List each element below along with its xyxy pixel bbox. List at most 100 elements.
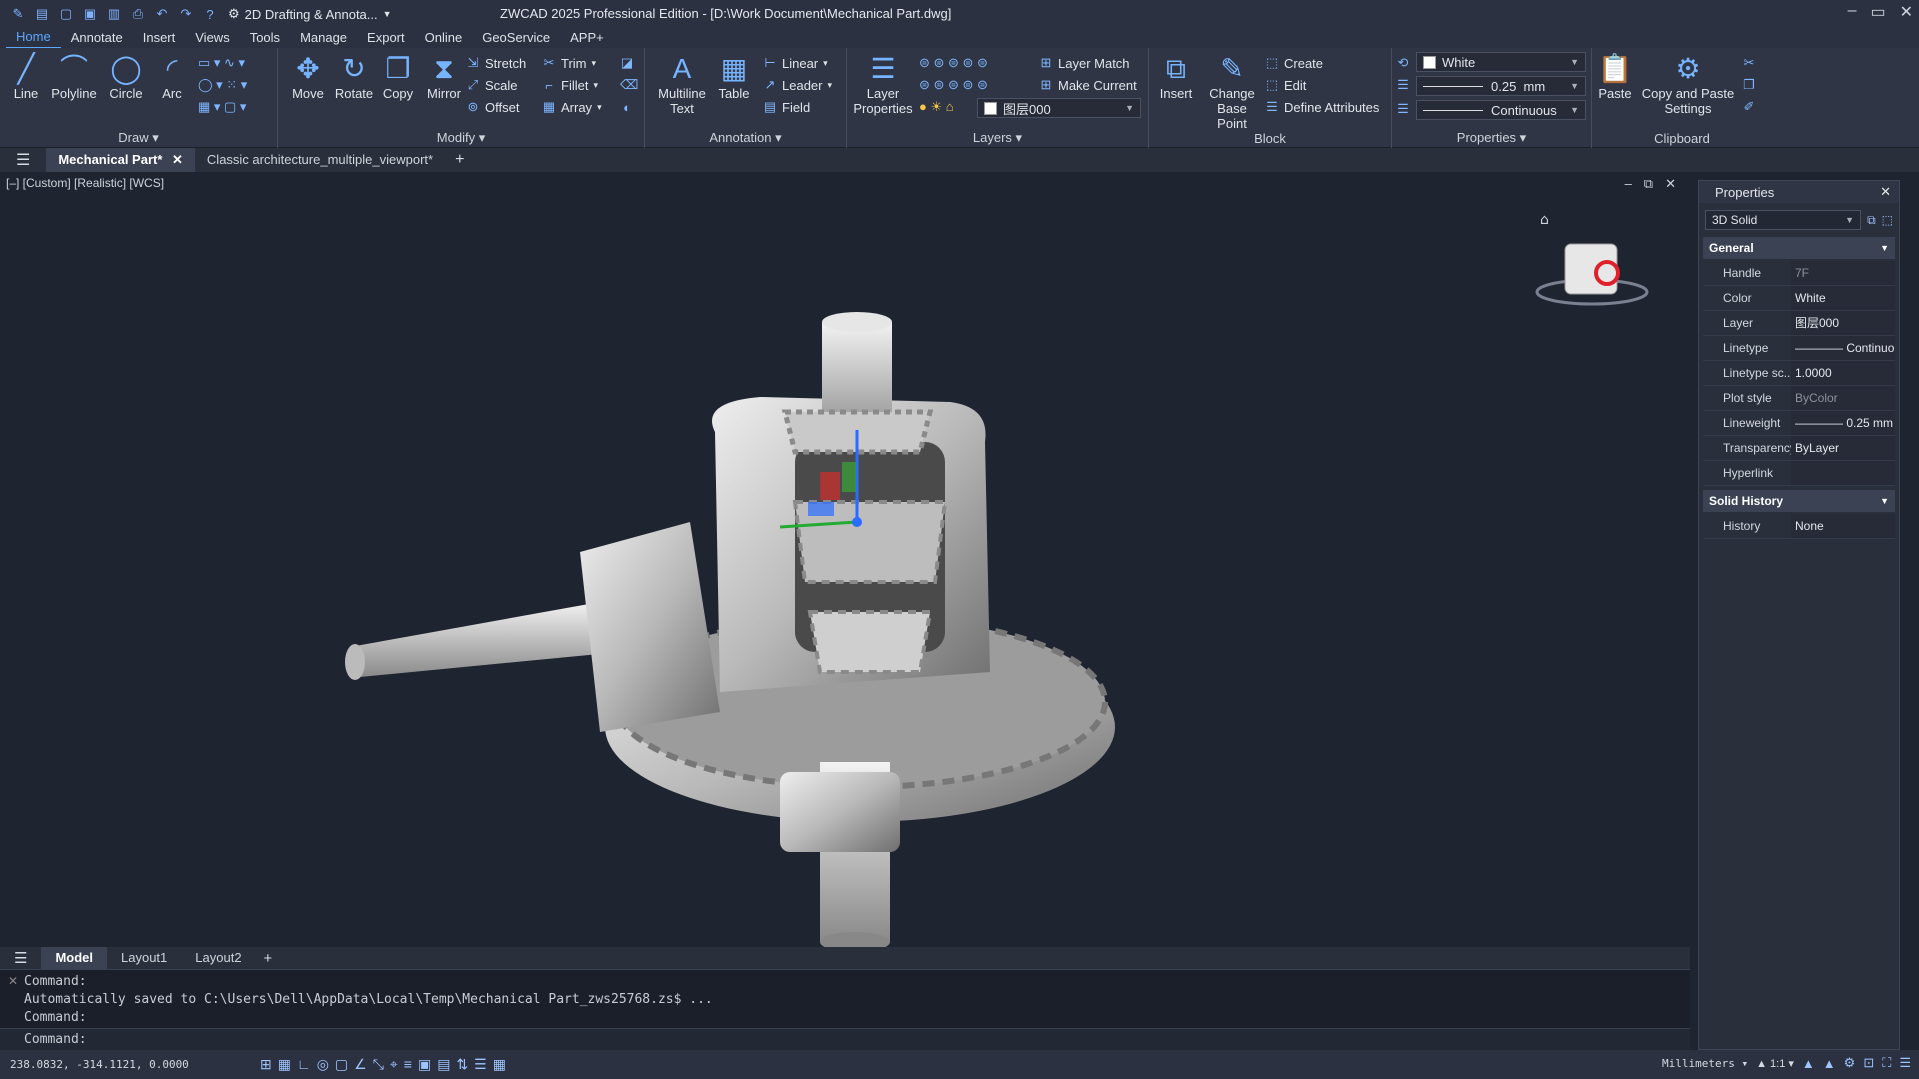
close-icon[interactable]: ✕ xyxy=(8,974,18,988)
property-value[interactable]: ByColor xyxy=(1791,386,1895,410)
property-row[interactable]: Hyperlink xyxy=(1703,461,1895,486)
insert-button[interactable]: ⧉ Insert xyxy=(1153,52,1199,101)
property-value[interactable]: 图层000 xyxy=(1791,311,1895,335)
menu-online[interactable]: Online xyxy=(415,28,473,48)
change-base-point-button[interactable]: ✎ Change Base Point xyxy=(1201,52,1263,131)
menu-tools[interactable]: Tools xyxy=(240,28,290,48)
panel-close-icon[interactable]: ✕ xyxy=(1880,184,1891,200)
maximize-icon[interactable]: ▭ xyxy=(1870,2,1885,22)
property-value[interactable]: White xyxy=(1791,286,1895,310)
properties-panel-label[interactable]: Properties ▾ xyxy=(1392,130,1591,146)
close-icon[interactable]: ✕ xyxy=(1900,2,1913,22)
plot-icon[interactable]: ⎙ xyxy=(128,4,148,24)
mirror-button[interactable]: ⧗ Mirror xyxy=(418,52,470,101)
grid-snap-icon[interactable]: ⊞ xyxy=(260,1056,272,1073)
paste-button[interactable]: 📋 Paste xyxy=(1594,52,1636,101)
doc-tab-classic-architecture[interactable]: Classic architecture_multiple_viewport* xyxy=(195,148,445,172)
stretch-button[interactable]: ⇲ Stretch xyxy=(466,52,527,74)
workspace-dropdown[interactable]: ⚙ 2D Drafting & Annota... ▼ xyxy=(228,6,392,22)
field-button[interactable]: ▤ Field xyxy=(763,96,810,118)
property-row[interactable]: Handle 7F xyxy=(1703,261,1895,286)
offset-button[interactable]: ⊚ Offset xyxy=(466,96,520,118)
viewcube[interactable] xyxy=(1535,243,1649,306)
layer-state-icons[interactable]: ● ☀ ⌂ xyxy=(919,96,954,118)
tab-model[interactable]: Model xyxy=(41,947,108,969)
move-button[interactable]: ✥ Move xyxy=(282,52,334,101)
copy-paste-settings-button[interactable]: ⚙ Copy and Paste Settings xyxy=(1640,52,1736,116)
property-value[interactable]: 7F xyxy=(1791,261,1895,285)
home-icon[interactable]: ⌂ xyxy=(1540,212,1549,228)
match-properties-icon[interactable]: ⟲ xyxy=(1396,52,1410,74)
explode-icon[interactable]: ◪ xyxy=(620,52,634,74)
menu-manage[interactable]: Manage xyxy=(290,28,357,48)
circle-button[interactable]: ◯ Circle xyxy=(100,52,152,101)
command-input[interactable]: Command: xyxy=(0,1028,1690,1050)
layer-tools-row1[interactable]: ⊜ ⊜ ⊜ ⊜ ⊜ xyxy=(919,52,988,74)
polyline-button[interactable]: ⌒ Polyline xyxy=(48,52,100,101)
save-as-icon[interactable]: ▥ xyxy=(104,4,124,24)
annotation-visibility-icon[interactable]: ▲ xyxy=(1802,1056,1815,1071)
menu-icon[interactable]: ☰ xyxy=(0,150,46,170)
menu-annotate[interactable]: Annotate xyxy=(61,28,133,48)
table-button[interactable]: ▦ Table xyxy=(713,52,755,101)
close-icon[interactable]: ✕ xyxy=(172,152,183,167)
property-value[interactable]: None xyxy=(1791,514,1895,538)
layer-tools-row2[interactable]: ⊜ ⊜ ⊜ ⊜ ⊜ xyxy=(919,74,988,96)
create-button[interactable]: ⬚ Create xyxy=(1265,52,1323,74)
otrack-icon[interactable]: ∠ xyxy=(354,1056,367,1073)
open-icon[interactable]: ▢ xyxy=(56,4,76,24)
model-canvas[interactable]: ⌂ xyxy=(0,172,1690,947)
annotation-panel-label[interactable]: Annotation ▾ xyxy=(645,130,846,146)
match-prop-icon[interactable]: ✐ xyxy=(1742,96,1756,118)
menu-app-plus[interactable]: APP+ xyxy=(560,28,614,48)
redo-icon[interactable]: ↷ xyxy=(176,4,196,24)
layer-dropdown[interactable]: 图层000 ▼ xyxy=(977,98,1141,118)
edit-button[interactable]: ⬚ Edit xyxy=(1265,74,1307,96)
menu-geoservice[interactable]: GeoService xyxy=(472,28,560,48)
differential-model[interactable] xyxy=(345,312,1115,947)
undo-icon[interactable]: ↶ xyxy=(152,4,172,24)
tab-layout1[interactable]: Layout1 xyxy=(107,947,181,969)
lineweight-dropdown[interactable]: 0.25 mm ▼ xyxy=(1416,76,1586,96)
menu-insert[interactable]: Insert xyxy=(133,28,186,48)
property-row[interactable]: Linetype sc... 1.0000 xyxy=(1703,361,1895,386)
tab-layout2[interactable]: Layout2 xyxy=(181,947,255,969)
section-general[interactable]: General ▼ xyxy=(1703,237,1895,259)
model-space-icon[interactable]: ▦ xyxy=(493,1056,506,1073)
units-button[interactable]: Millimeters ▾ xyxy=(1662,1057,1748,1070)
scale-button[interactable]: ⤢ Scale xyxy=(466,74,518,96)
make-current-button[interactable]: ⊞ Make Current xyxy=(1039,74,1137,96)
grid-icon[interactable]: ▦ xyxy=(278,1056,291,1073)
fullscreen-icon[interactable]: ⛶ xyxy=(1882,1055,1891,1071)
layer-properties-button[interactable]: ☰ Layer Properties xyxy=(853,52,913,116)
lineweight-toggle-icon[interactable]: ≡ xyxy=(404,1056,412,1073)
dynamic-input-icon[interactable]: ⌖ xyxy=(390,1056,398,1073)
property-value[interactable] xyxy=(1791,461,1895,485)
quick-select-icon[interactable]: ⧉ xyxy=(1867,213,1876,228)
color-dropdown[interactable]: White ▼ xyxy=(1416,52,1586,72)
leader-button[interactable]: ↗ Leader ▾ xyxy=(763,74,832,96)
property-row[interactable]: Color White xyxy=(1703,286,1895,311)
cut-icon[interactable]: ✂ xyxy=(1742,52,1756,74)
property-value[interactable]: 1.0000 xyxy=(1791,361,1895,385)
layout-menu-icon[interactable]: ☰ xyxy=(0,949,41,967)
add-layout-icon[interactable]: + xyxy=(256,950,281,967)
property-row[interactable]: Plot style ByColor xyxy=(1703,386,1895,411)
annotation-scale-button[interactable]: ▲ 1:1 ▾ xyxy=(1756,1057,1794,1070)
modify-panel-label[interactable]: Modify ▾ xyxy=(278,130,644,146)
rectangle-icon[interactable]: ▭ ▾ ∿ ▾ xyxy=(198,52,245,74)
new-tab-icon[interactable]: + xyxy=(445,151,474,169)
save-icon[interactable]: ▣ xyxy=(80,4,100,24)
lock-icon[interactable]: ⊡ xyxy=(1863,1055,1874,1071)
app-logo-icon[interactable]: ✎ xyxy=(8,4,28,24)
transparency-icon[interactable]: ▣ xyxy=(418,1056,431,1073)
menu-home[interactable]: Home xyxy=(6,27,61,49)
section-solid-history[interactable]: Solid History ▼ xyxy=(1703,490,1895,512)
draw-panel-label[interactable]: Draw ▾ xyxy=(0,130,277,146)
minimize-icon[interactable]: – xyxy=(1848,2,1857,22)
property-row[interactable]: Lineweight ———— 0.25 mm xyxy=(1703,411,1895,436)
auto-scale-icon[interactable]: ▲ xyxy=(1823,1056,1836,1071)
line-button[interactable]: ╱ Line xyxy=(0,52,52,101)
property-row[interactable]: Layer 图层000 xyxy=(1703,311,1895,336)
property-value[interactable]: ByLayer xyxy=(1791,436,1895,460)
